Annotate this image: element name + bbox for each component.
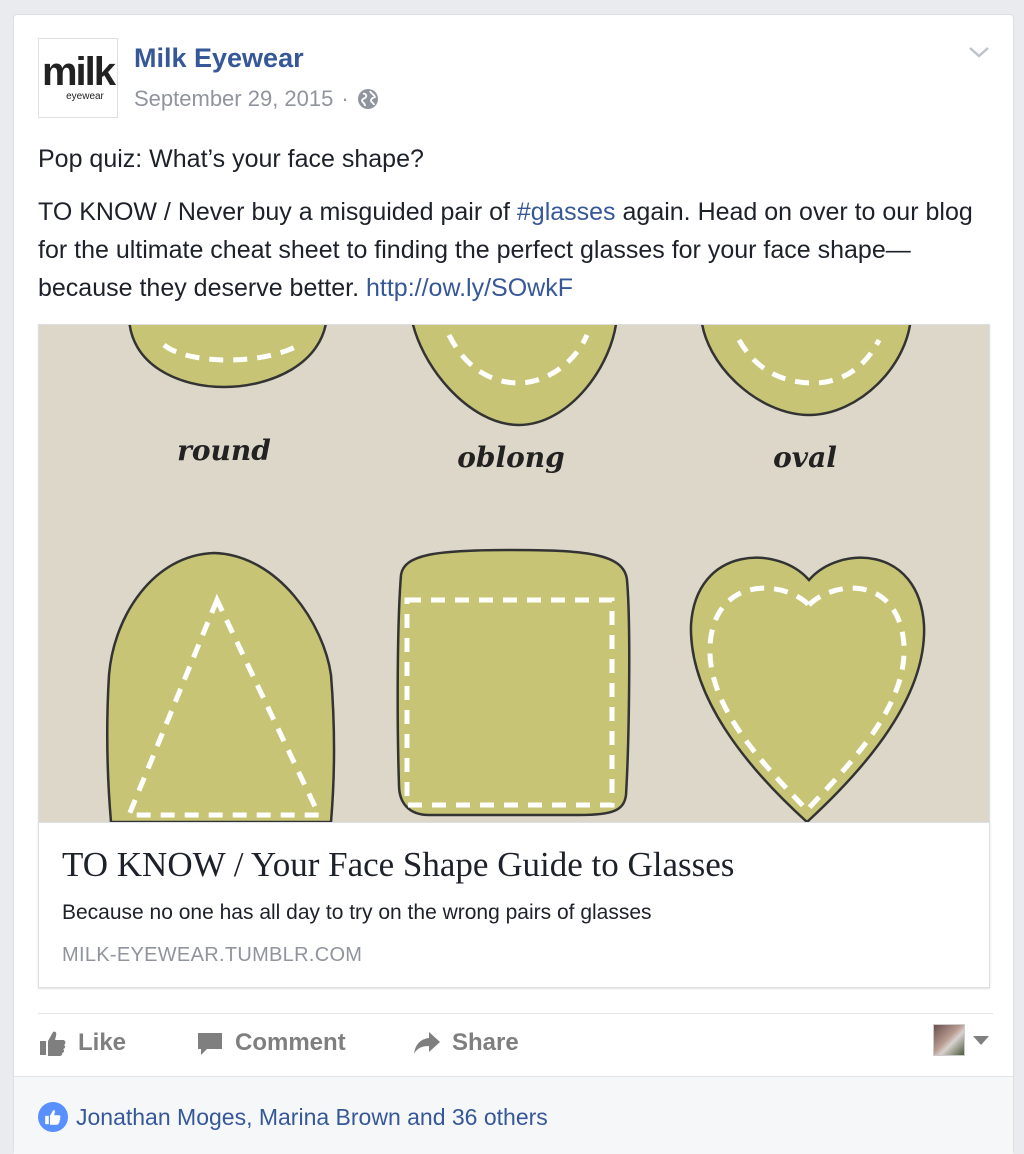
logo-subtext: eyewear bbox=[66, 91, 104, 102]
link-preview-card[interactable]: round oblong oval TO KNOW / Your Face Sh… bbox=[38, 324, 990, 988]
chevron-down-icon[interactable] bbox=[967, 43, 991, 61]
speech-bubble-icon bbox=[198, 1033, 222, 1055]
heart-face-shape bbox=[689, 556, 926, 822]
share-button[interactable]: Share bbox=[412, 1028, 519, 1058]
like-button[interactable]: Like bbox=[38, 1028, 126, 1058]
like-label: Like bbox=[78, 1029, 127, 1056]
post-quiz-line: Pop quiz: What’s your face shape? bbox=[38, 145, 424, 173]
likes-summary[interactable]: Jonathan Moges, Marina Brown and 36 othe… bbox=[38, 1102, 548, 1132]
thumbs-up-icon bbox=[40, 1031, 66, 1056]
post-meta: September 29, 2015 · bbox=[134, 86, 379, 112]
post-date[interactable]: September 29, 2015 bbox=[134, 86, 333, 112]
post-as-selector[interactable] bbox=[933, 1024, 991, 1056]
link-preview-image[interactable]: round oblong oval bbox=[39, 325, 989, 822]
label-oval: oval bbox=[773, 441, 837, 474]
oval-shape bbox=[701, 325, 912, 417]
user-avatar bbox=[933, 1024, 965, 1056]
square-face-shape bbox=[396, 548, 631, 817]
shortlink[interactable]: http://ow.ly/SOwkF bbox=[366, 274, 573, 302]
link-title[interactable]: TO KNOW / Your Face Shape Guide to Glass… bbox=[62, 845, 734, 885]
caret-down-icon bbox=[973, 1036, 989, 1045]
hashtag-link[interactable]: #glasses bbox=[517, 198, 616, 226]
label-round: round bbox=[177, 434, 271, 467]
link-domain: MILK-EYEWEAR.TUMBLR.COM bbox=[62, 944, 363, 966]
body-text-part1: TO KNOW / Never buy a misguided pair of bbox=[38, 198, 517, 226]
face-shapes-illustration: round oblong oval bbox=[106, 325, 926, 822]
round-shape bbox=[128, 325, 327, 389]
post-body: TO KNOW / Never buy a misguided pair of … bbox=[38, 193, 993, 307]
meta-separator: · bbox=[341, 86, 349, 111]
post-card: milk eyewear Milk Eyewear September 29, … bbox=[13, 14, 1014, 1154]
likes-text[interactable]: Jonathan Moges, Marina Brown and 36 othe… bbox=[76, 1104, 548, 1131]
share-arrow-icon bbox=[414, 1032, 440, 1054]
comment-button[interactable]: Comment bbox=[195, 1028, 346, 1058]
logo-text: milk bbox=[41, 50, 116, 94]
post-actions: Like Comment Share bbox=[38, 1013, 993, 1075]
reactions-footer: Jonathan Moges, Marina Brown and 36 othe… bbox=[14, 1076, 1013, 1154]
link-preview-meta[interactable]: TO KNOW / Your Face Shape Guide to Glass… bbox=[39, 822, 989, 988]
page-name-link[interactable]: Milk Eyewear bbox=[134, 43, 304, 74]
link-description: Because no one has all day to try on the… bbox=[62, 901, 652, 924]
page-avatar[interactable]: milk eyewear bbox=[38, 38, 118, 118]
label-oblong: oblong bbox=[457, 441, 565, 474]
comment-label: Comment bbox=[235, 1029, 346, 1056]
globe-icon[interactable] bbox=[357, 88, 379, 110]
share-label: Share bbox=[452, 1029, 519, 1056]
like-badge-icon bbox=[38, 1102, 68, 1132]
